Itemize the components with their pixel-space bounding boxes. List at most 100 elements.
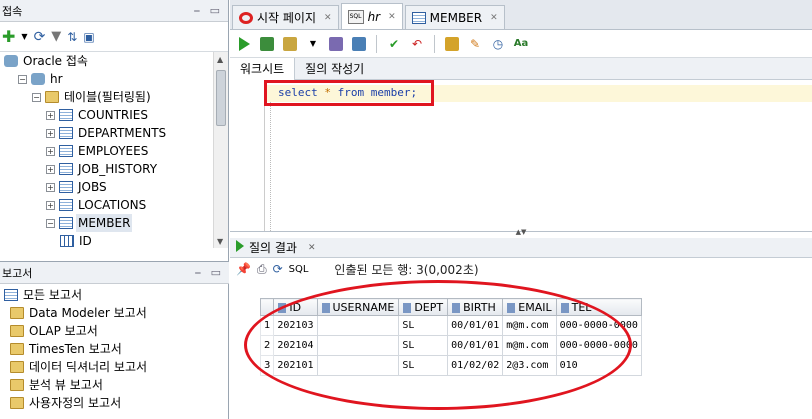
tree-item[interactable]: Oracle 접속	[0, 52, 228, 70]
table-icon	[59, 199, 73, 211]
reports-panel: 보고서 ⎯ ▭ 모든 보고서 Data Modeler 보고서 OLAP 보고서 Tim…	[0, 261, 229, 419]
expander-icon[interactable]: −	[32, 92, 41, 102]
expander-icon[interactable]: −	[18, 74, 27, 84]
tree-item-label: JOB_HISTORY	[78, 162, 158, 176]
scroll-thumb[interactable]	[216, 70, 226, 126]
expander-icon[interactable]: +	[46, 110, 55, 120]
editor-tab[interactable]: 시작 페이지 ✕	[232, 5, 339, 29]
sql-editor[interactable]: select * from member; ▲▼	[230, 80, 812, 236]
report-item-label: 분석 뷰 보고서	[29, 378, 103, 392]
eraser-icon[interactable]: ✎	[466, 35, 484, 53]
dropdown-icon[interactable]: ▼	[304, 35, 322, 53]
connections-header: 접속 ⎯ ▭	[0, 0, 228, 22]
tree-item[interactable]: − MEMBER	[0, 214, 228, 232]
report-item[interactable]: 사용자정의 보고서	[0, 394, 229, 412]
autotrace-icon[interactable]	[350, 35, 368, 53]
tree-item[interactable]: + EMPLOYEES	[0, 142, 228, 160]
expander-icon[interactable]: +	[46, 200, 55, 210]
tab-query-result[interactable]: 질의 결과	[249, 239, 297, 256]
report-item[interactable]: Data Modeler 보고서	[0, 304, 229, 322]
report-item[interactable]: 분석 뷰 보고서	[0, 376, 229, 394]
tree-item-label: DEPARTMENTS	[78, 126, 167, 140]
report-item[interactable]: 모든 보고서	[0, 286, 229, 304]
tables-folder-icon	[45, 91, 59, 103]
splitter-handle[interactable]: ▲▼	[230, 228, 812, 236]
tab-worksheet[interactable]: 워크시트	[230, 57, 296, 80]
folder-icon	[10, 397, 24, 409]
tree-item[interactable]: + DEPARTMENTS	[0, 124, 228, 142]
refresh-icon[interactable]: ⟳	[34, 29, 46, 45]
scroll-up-icon[interactable]: ▲	[217, 55, 223, 64]
report-item[interactable]: TimesTen 보고서	[0, 340, 229, 358]
annotation-ellipse	[244, 280, 632, 410]
worksheet-toolbar: ▼ ✔ ↶ ✎ ◷ Aa	[230, 30, 812, 58]
commit-icon[interactable]	[281, 35, 299, 53]
folder-icon	[10, 343, 24, 355]
add-connection-icon[interactable]: ✚	[2, 27, 15, 46]
editor-tab-label: 시작 페이지	[257, 11, 317, 25]
tree-item[interactable]: + COUNTRIES	[0, 106, 228, 124]
rollback-icon[interactable]: ↶	[408, 35, 426, 53]
tree-item[interactable]: + JOB_HISTORY	[0, 160, 228, 178]
results-toolbar: 📌 ⎙ ⟳ SQL 인출된 모든 행: 3(0,002초)	[230, 258, 812, 280]
minimize-icon[interactable]: ⎯	[195, 266, 201, 280]
expander-icon[interactable]: −	[46, 218, 55, 228]
dropdown-icon[interactable]: ▼	[21, 32, 27, 41]
to-upper-icon[interactable]: Aa	[512, 35, 530, 53]
tree-item-label: ID	[79, 234, 92, 248]
expander-icon[interactable]: +	[46, 146, 55, 156]
report-item[interactable]: 데이터 딕셔너리 보고서	[0, 358, 229, 376]
report-item-label: 모든 보고서	[23, 288, 83, 302]
oracle-connections-icon	[4, 55, 18, 67]
connections-scrollbar[interactable]: ▲ ▼	[213, 52, 228, 248]
tab-query-builder[interactable]: 질의 작성기	[295, 58, 374, 80]
tree-item[interactable]: − hr	[0, 70, 228, 88]
reports-list: 모든 보고서 Data Modeler 보고서 OLAP 보고서 TimesTen 보…	[0, 284, 229, 412]
tree-item[interactable]: + LOCATIONS	[0, 196, 228, 214]
manage-icon[interactable]: ▣	[83, 30, 94, 44]
tree-item[interactable]: + JOBS	[0, 178, 228, 196]
tree-item[interactable]: ID	[0, 232, 228, 248]
close-icon[interactable]: ✕	[490, 13, 498, 23]
tree-item-label: Oracle 접속	[23, 54, 88, 68]
expander-icon[interactable]: +	[46, 128, 55, 138]
sql-tuning-icon[interactable]	[443, 35, 461, 53]
database-connection-icon	[31, 73, 45, 85]
run-script-icon[interactable]	[258, 35, 276, 53]
commit-transaction-icon[interactable]: ✔	[385, 35, 403, 53]
filter-icon[interactable]: ▼	[51, 29, 61, 44]
expander-icon[interactable]: +	[46, 164, 55, 174]
pin-icon[interactable]: 📌	[236, 262, 251, 276]
restore-icon[interactable]: ▭	[211, 266, 221, 280]
indent-guide	[270, 98, 271, 231]
schema-browser-icon[interactable]: ⇅	[67, 30, 77, 44]
scroll-down-icon[interactable]: ▼	[217, 237, 223, 246]
restore-icon[interactable]: ▭	[210, 4, 220, 18]
close-icon[interactable]: ✕	[388, 12, 396, 22]
table-icon	[59, 163, 73, 175]
close-icon[interactable]: ✕	[324, 13, 332, 23]
refresh-icon[interactable]: ⟳	[273, 262, 283, 276]
tree-item[interactable]: − 테이블(필터링됨)	[0, 88, 228, 106]
report-item[interactable]: OLAP 보고서	[0, 322, 229, 340]
worksheet-subtabs: 워크시트 질의 작성기	[230, 57, 812, 80]
run-statement-icon[interactable]	[235, 35, 253, 53]
editor-tab[interactable]: MEMBER ✕	[404, 5, 505, 29]
annotation-box	[264, 80, 434, 106]
sql-label[interactable]: SQL	[289, 264, 309, 275]
left-panel: 접속 ⎯ ▭ ✚ ▼ ⟳ ▼ ⇅ ▣ Oracle 접속 − hr − 테이블(필터링됨)…	[0, 0, 229, 419]
tree-item-label: 테이블(필터링됨)	[64, 90, 151, 104]
explain-plan-icon[interactable]	[327, 35, 345, 53]
editor-tab-label: hr	[367, 9, 381, 24]
tree-item-label: MEMBER	[76, 214, 133, 232]
report-item-label: 데이터 딕셔너리 보고서	[29, 360, 148, 374]
close-icon[interactable]: ✕	[308, 243, 316, 253]
toolbar-separator	[434, 34, 435, 53]
print-icon[interactable]: ⎙	[257, 262, 267, 277]
expander-icon[interactable]: +	[46, 182, 55, 192]
minimize-icon[interactable]: ⎯	[194, 4, 200, 18]
history-icon[interactable]: ◷	[489, 35, 507, 53]
editor-tab[interactable]: SQL hr ✕	[340, 3, 403, 29]
report-item-label: TimesTen 보고서	[29, 342, 122, 356]
connections-tree: Oracle 접속 − hr − 테이블(필터링됨) + COUNTRIES + DEPARTM…	[0, 52, 228, 248]
